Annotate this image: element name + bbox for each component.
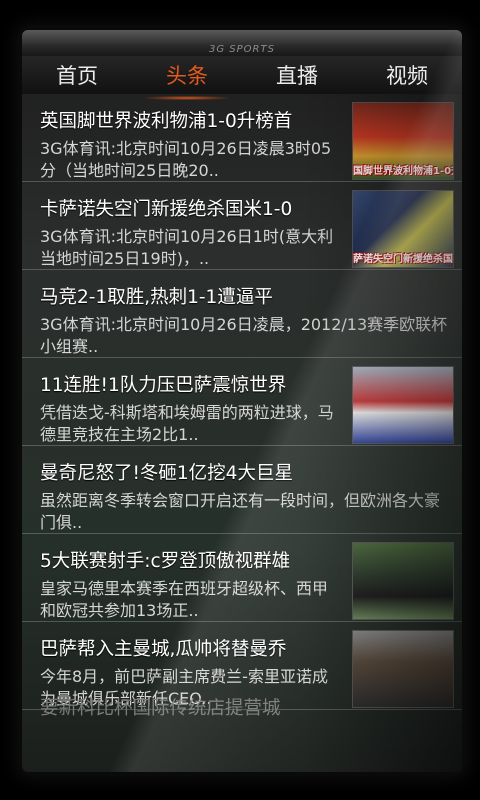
news-summary: 虽然距离冬季转会窗口开启还有一段时间，但欧洲各大豪门俱..	[40, 491, 441, 532]
news-title: 11连胜!1队力压巴萨震惊世界	[40, 375, 287, 396]
news-thumbnail	[352, 366, 454, 444]
news-thumbnail: 萨诺失空门新援绝杀国米	[352, 190, 454, 268]
news-item[interactable]: 卡萨诺失空门新援绝杀国米1-0 3G体育讯:北京时间10月26日1时(意大利当地…	[22, 182, 462, 270]
thumbnail-caption: 国脚世界波利物浦1-0升榜	[353, 166, 453, 177]
news-item[interactable]: 11连胜!1队力压巴萨震惊世界 凭借迭戈-科斯塔和埃姆雷的两粒进球，马德里竞技在…	[22, 358, 462, 446]
partial-news-title[interactable]: 要新科比杯国际传统店提营城	[40, 694, 460, 718]
news-title: 5大联赛射手:c罗登顶傲视群雄	[40, 551, 291, 572]
news-summary: 皇家马德里本赛季在西班牙超级杯、西甲和欧冠共参加13场正..	[40, 579, 329, 620]
tab-home[interactable]: 首页	[46, 56, 108, 94]
news-thumbnail: 国脚世界波利物浦1-0升榜	[352, 102, 454, 180]
news-title: 英国脚世界波利物浦1-0升榜首	[40, 111, 293, 132]
news-summary: 凭借迭戈-科斯塔和埃姆雷的两粒进球，马德里竞技在主场2比1..	[40, 403, 334, 444]
news-title: 卡萨诺失空门新援绝杀国米1-0	[40, 199, 293, 220]
thumbnail-caption: 萨诺失空门新援绝杀国米	[353, 254, 454, 265]
tab-headlines[interactable]: 头条	[146, 56, 228, 100]
news-title: 曼奇尼怒了!冬砸1亿挖4大巨星	[40, 463, 293, 484]
news-item[interactable]: 马竞2-1取胜,热刺1-1遭逼平 3G体育讯:北京时间10月26日凌晨，2012…	[22, 270, 462, 358]
news-item[interactable]: 英国脚世界波利物浦1-0升榜首 3G体育讯:北京时间10月26日凌晨3时05分（…	[22, 94, 462, 182]
news-item[interactable]: 曼奇尼怒了!冬砸1亿挖4大巨星 虽然距离冬季转会窗口开启还有一段时间，但欧洲各大…	[22, 446, 462, 534]
top-bezel: 3G SPORTS	[22, 30, 462, 56]
news-summary: 3G体育讯:北京时间10月26日凌晨，2012/13赛季欧联杯小组赛..	[40, 315, 448, 356]
news-summary: 3G体育讯:北京时间10月26日凌晨3时05分（当地时间25日晚20..	[40, 139, 332, 180]
news-list: 英国脚世界波利物浦1-0升榜首 3G体育讯:北京时间10月26日凌晨3时05分（…	[22, 94, 462, 710]
app-window: 3G SPORTS 首页 头条 直播 视频 英国脚世界波利物浦1-0升榜首 3G…	[22, 30, 462, 772]
tab-live[interactable]: 直播	[266, 56, 328, 94]
tab-video[interactable]: 视频	[376, 56, 438, 94]
tab-bar: 首页 头条 直播 视频	[22, 56, 462, 100]
news-title: 马竞2-1取胜,热刺1-1遭逼平	[40, 287, 273, 308]
news-item[interactable]: 5大联赛射手:c罗登顶傲视群雄 皇家马德里本赛季在西班牙超级杯、西甲和欧冠共参加…	[22, 534, 462, 622]
news-thumbnail	[352, 542, 454, 620]
news-summary: 3G体育讯:北京时间10月26日1时(意大利当地时间25日19时)，..	[40, 227, 334, 268]
brand-label: 3G SPORTS	[209, 44, 275, 55]
news-title: 巴萨帮入主曼城,瓜帅将替曼乔	[40, 639, 287, 660]
